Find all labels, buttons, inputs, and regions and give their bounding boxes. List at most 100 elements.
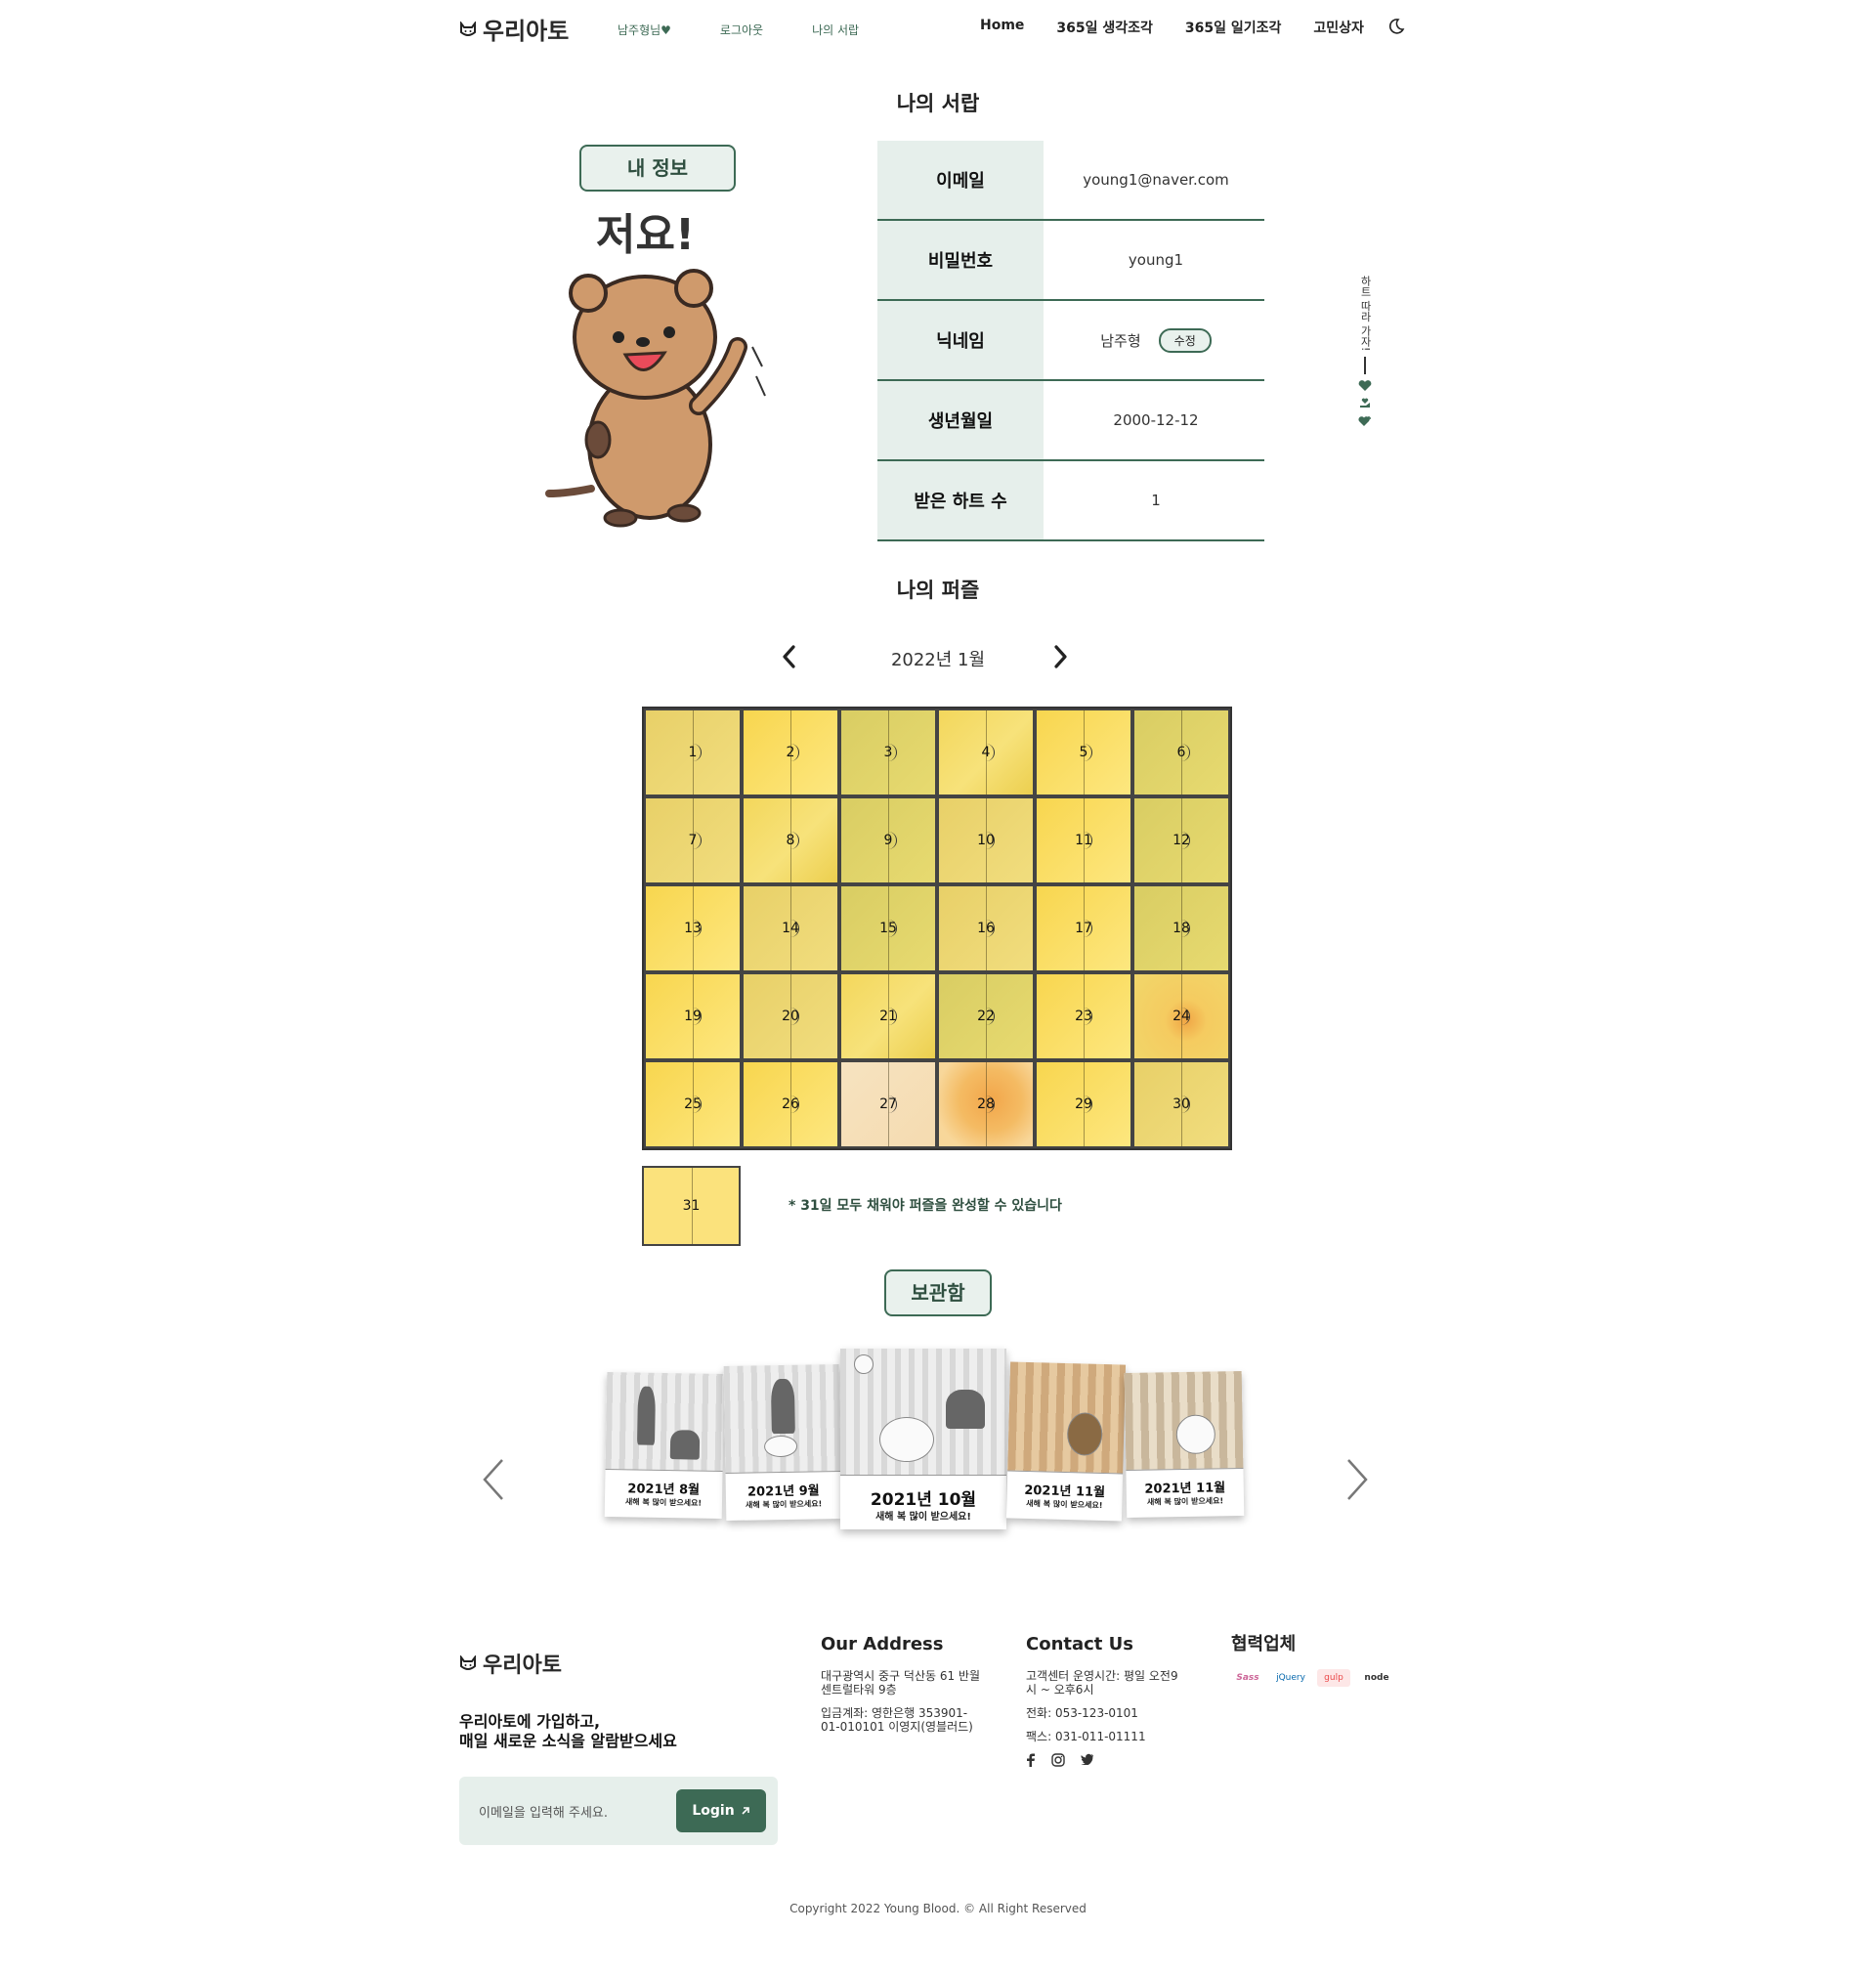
info-row-password: 비밀번호 young1: [877, 221, 1264, 301]
drawer-title: 나의 서랍: [896, 92, 980, 115]
puzzle-piece[interactable]: 3: [839, 709, 937, 796]
dark-mode-moon-icon[interactable]: [1387, 18, 1405, 35]
storage-card[interactable]: 2021년 10월 새해 복 많이 받으세요!: [840, 1349, 1006, 1529]
login-button[interactable]: Login: [676, 1789, 766, 1832]
puzzle-piece[interactable]: 12: [1132, 796, 1230, 884]
card-subtitle: 새해 복 많이 받으세요!: [1146, 1496, 1224, 1507]
info-row-birthdate: 생년월일 2000-12-12: [877, 381, 1264, 461]
info-row-email: 이메일 young1@naver.com: [877, 141, 1264, 221]
my-info-button[interactable]: 내 정보: [579, 145, 736, 192]
puzzle-piece[interactable]: 17: [1035, 884, 1132, 972]
puzzle-day-number: 12: [1172, 833, 1190, 848]
current-month: 2022년 1월: [890, 650, 986, 670]
password-value: young1: [1128, 251, 1184, 269]
puzzle-day-number: 20: [782, 1009, 799, 1024]
follow-heart-text: 하트 따라 가자!: [1359, 276, 1372, 352]
info-label: 이메일: [877, 141, 1047, 219]
login-button-label: Login: [692, 1803, 735, 1819]
birthdate-value: 2000-12-12: [1113, 411, 1199, 429]
storage-button[interactable]: 보관함: [884, 1269, 992, 1316]
account-line1: 입금계좌: 영한은행 353901-: [821, 1706, 968, 1720]
puzzle-piece[interactable]: 15: [839, 884, 937, 972]
puzzle-day-number: 19: [684, 1009, 702, 1024]
puzzle-day-number: 17: [1075, 921, 1092, 936]
puzzle-piece[interactable]: 29: [1035, 1060, 1132, 1148]
info-row-hearts: 받은 하트 수 1: [877, 461, 1264, 541]
contact-hours-line1: 고객센터 운영시간: 평일 오전9: [1026, 1669, 1178, 1683]
card-subtitle: 새해 복 많이 받으세요!: [745, 1499, 823, 1510]
puzzle-piece[interactable]: 13: [644, 884, 742, 972]
user-greeting-link[interactable]: 남주형님♥: [618, 21, 671, 38]
puzzle-piece[interactable]: 25: [644, 1060, 742, 1148]
puzzle-piece[interactable]: 18: [1132, 884, 1230, 972]
follow-heart-widget[interactable]: 하트 따라 가자!: [1354, 276, 1376, 427]
email-input[interactable]: 이메일을 입력해 주세요.: [479, 1802, 608, 1821]
account-line2: 01-010101 이영지(영블러드): [821, 1720, 973, 1734]
arrow-up-right-icon: [742, 1807, 749, 1815]
address-line1: 대구광역시 중구 덕산동 61 반월: [821, 1669, 981, 1683]
newsletter-line1: 우리아토에 가입하고,: [459, 1712, 601, 1731]
puzzle-piece[interactable]: 20: [742, 972, 839, 1060]
puzzle-piece[interactable]: 10: [937, 796, 1035, 884]
puzzle-day-number: 9: [883, 833, 893, 848]
card-subtitle: 새해 복 많이 받으세요!: [624, 1497, 703, 1508]
puzzle-piece[interactable]: 23: [1035, 972, 1132, 1060]
contact-phone: 전화: 053-123-0101: [1026, 1706, 1138, 1720]
newsletter-line2: 매일 새로운 소식을 알람받으세요: [459, 1732, 677, 1750]
footer-address: Our Address 대구광역시 중구 덕산동 61 반월 센트럴타워 9층 입…: [821, 1636, 981, 1743]
puzzle-piece[interactable]: 24: [1132, 972, 1230, 1060]
next-month-chevron-right-icon[interactable]: [1047, 643, 1073, 670]
header: 우리아토 남주형님♥ 로그아웃 나의 서랍 Home 365일 생각조각 365…: [0, 0, 1876, 59]
logout-link[interactable]: 로그아웃: [720, 21, 763, 38]
puzzle-piece[interactable]: 22: [937, 972, 1035, 1060]
puzzle-piece[interactable]: 5: [1035, 709, 1132, 796]
nav-worry-box[interactable]: 고민상자: [1313, 18, 1364, 37]
puzzle-piece[interactable]: 21: [839, 972, 937, 1060]
puzzle-piece[interactable]: 6: [1132, 709, 1230, 796]
nav-home[interactable]: Home: [980, 18, 1024, 37]
storage-card[interactable]: 2021년 11월 새해 복 많이 받으세요!: [1005, 1361, 1127, 1522]
puzzle-piece[interactable]: 30: [1132, 1060, 1230, 1148]
address-line2: 센트럴타워 9층: [821, 1683, 897, 1697]
twitter-icon[interactable]: [1081, 1753, 1094, 1765]
puzzle-piece[interactable]: 19: [644, 972, 742, 1060]
contact-hours-line2: 시 ~ 오후6시: [1026, 1683, 1094, 1697]
puzzle-piece[interactable]: 14: [742, 884, 839, 972]
puzzle-day-number: 15: [879, 921, 897, 936]
puzzle-day-number: 4: [981, 745, 991, 760]
my-drawer-link[interactable]: 나의 서랍: [812, 21, 859, 38]
info-label: 받은 하트 수: [877, 461, 1047, 539]
carousel-next-chevron-right-icon[interactable]: [1343, 1456, 1372, 1503]
nav-thoughts[interactable]: 365일 생각조각: [1056, 18, 1153, 37]
puzzle-piece[interactable]: 7: [644, 796, 742, 884]
puzzle-day-number: 23: [1075, 1009, 1092, 1024]
storage-card[interactable]: 2021년 9월 새해 복 많이 받으세요!: [723, 1363, 842, 1522]
card-title: 2021년 9월: [746, 1483, 820, 1500]
puzzle-piece-31[interactable]: 31: [642, 1166, 741, 1246]
puzzle-piece[interactable]: 9: [839, 796, 937, 884]
logo[interactable]: 우리아토: [459, 12, 569, 46]
nickname-value: 남주형: [1100, 331, 1141, 350]
puzzle-day-number: 27: [879, 1096, 897, 1112]
carousel-prev-chevron-left-icon[interactable]: [479, 1456, 508, 1503]
puzzle-piece[interactable]: 4: [937, 709, 1035, 796]
puzzle-piece[interactable]: 26: [742, 1060, 839, 1148]
puzzle-day-number: 2: [786, 745, 795, 760]
nav-diary[interactable]: 365일 일기조각: [1185, 18, 1282, 37]
storage-card[interactable]: 2021년 8월 새해 복 많이 받으세요!: [604, 1371, 725, 1520]
puzzle-piece[interactable]: 27: [839, 1060, 937, 1148]
puzzle-piece[interactable]: 11: [1035, 796, 1132, 884]
edit-nickname-button[interactable]: 수정: [1158, 327, 1212, 353]
month-navigator: 2022년 1월: [0, 643, 1876, 672]
facebook-icon[interactable]: [1026, 1753, 1036, 1767]
footer-logo[interactable]: 우리아토: [459, 1648, 562, 1679]
hearts-value: 1: [1151, 492, 1161, 509]
puzzle-day-number: 28: [977, 1096, 995, 1112]
puzzle-piece[interactable]: 16: [937, 884, 1035, 972]
puzzle-piece[interactable]: 2: [742, 709, 839, 796]
puzzle-piece[interactable]: 8: [742, 796, 839, 884]
instagram-icon[interactable]: [1051, 1753, 1065, 1767]
puzzle-piece[interactable]: 28: [937, 1060, 1035, 1148]
storage-card[interactable]: 2021년 11월 새해 복 많이 받으세요!: [1124, 1370, 1245, 1519]
puzzle-piece[interactable]: 1: [644, 709, 742, 796]
